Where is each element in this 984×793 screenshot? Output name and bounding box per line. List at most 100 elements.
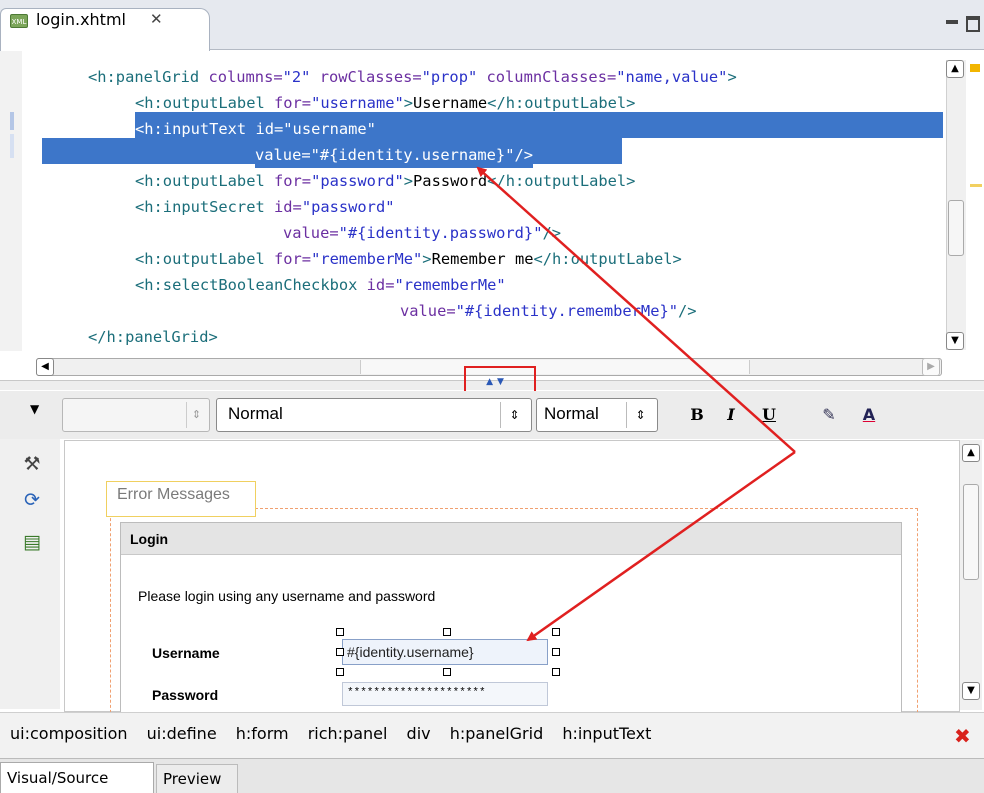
scroll-left-icon[interactable]: ◀ <box>36 358 54 376</box>
format-combo-arrow-icon[interactable]: ⇕ <box>500 402 528 428</box>
code-token: id= <box>255 120 284 138</box>
code-line[interactable]: <h:outputLabel for="username">Username</… <box>135 90 635 116</box>
login-panel-title: Login <box>130 531 169 547</box>
code-line[interactable]: <h:outputLabel for="password">Password</… <box>135 168 635 194</box>
tab-preview[interactable]: Preview <box>156 764 238 793</box>
code-token: "#{identity.username}" <box>310 146 515 164</box>
toolbar-menu-icon[interactable]: ▼ <box>30 402 39 416</box>
code-token: columns= <box>208 68 283 86</box>
selection-handle[interactable] <box>552 628 560 636</box>
page-design-options-icon[interactable]: ▤ <box>20 530 44 554</box>
code-token: /> <box>542 224 562 242</box>
code-token: "username" <box>311 94 404 112</box>
scrollbar-thumb[interactable] <box>360 360 750 374</box>
code-line[interactable]: <h:selectBooleanCheckbox id="rememberMe" <box>135 272 506 298</box>
breadcrumb-item[interactable]: rich:panel <box>308 724 388 743</box>
scroll-right-icon[interactable]: ▶ <box>922 358 940 376</box>
code-token: "password" <box>301 198 395 216</box>
minimize-icon[interactable] <box>946 20 958 24</box>
code-line[interactable]: value="#{identity.rememberMe}"/> <box>400 298 697 324</box>
error-messages-label: Error Messages <box>117 486 230 503</box>
scroll-down-icon[interactable]: ▼ <box>946 332 964 350</box>
scrollbar-thumb[interactable] <box>948 200 964 256</box>
tab-visual-source[interactable]: Visual/Source <box>0 762 154 793</box>
scroll-down-icon[interactable]: ▼ <box>962 682 980 700</box>
code-token: <h:inputSecret <box>135 198 274 216</box>
code-token: <h:panelGrid <box>88 68 209 86</box>
close-icon[interactable]: ✕ <box>150 10 163 28</box>
selection-handle[interactable] <box>336 668 344 676</box>
username-label: Username <box>152 645 220 661</box>
selection-handle[interactable] <box>552 668 560 676</box>
size-combo-arrow-icon[interactable]: ⇕ <box>626 402 654 428</box>
code-token: <h:outputLabel <box>135 250 274 268</box>
xhtml-file-icon: XML <box>10 14 28 28</box>
code-token: for= <box>274 250 312 268</box>
code-token: id= <box>366 276 395 294</box>
selection-handle[interactable] <box>443 668 451 676</box>
code-token: value= <box>400 302 456 320</box>
overview-marker[interactable] <box>970 184 982 187</box>
code-token: Password <box>413 172 488 190</box>
code-token: </h:panelGrid> <box>88 328 218 346</box>
code-token: id= <box>274 198 302 216</box>
code-token: rowClasses= <box>310 68 422 86</box>
breadcrumb: ui:composition ui:define h:form rich:pan… <box>10 724 663 743</box>
refresh-icon[interactable]: ⟳ <box>20 488 44 512</box>
code-token: <h:inputText <box>135 120 256 138</box>
code-token: "#{identity.rememberMe}" <box>455 302 678 320</box>
breadcrumb-item[interactable]: ui:composition <box>10 724 128 743</box>
password-input[interactable]: ********************* <box>342 682 548 706</box>
code-token: "#{identity.password}" <box>338 224 543 242</box>
code-token: Remember me <box>431 250 534 268</box>
code-line[interactable]: value="#{identity.username}"/> <box>255 142 534 168</box>
editor-ruler <box>0 51 22 351</box>
login-panel-header[interactable] <box>121 523 901 555</box>
code-token: columnClasses= <box>477 68 617 86</box>
bold-button[interactable]: B <box>684 402 710 428</box>
breadcrumb-item[interactable]: div <box>407 724 431 743</box>
code-token: /> <box>514 146 534 164</box>
overview-warning-marker[interactable] <box>970 64 980 72</box>
selection-handle[interactable] <box>443 628 451 636</box>
maximize-icon[interactable] <box>966 16 980 32</box>
scrollbar-thumb[interactable] <box>963 484 979 580</box>
breadcrumb-item[interactable]: ui:define <box>147 724 217 743</box>
breadcrumb-item[interactable]: h:inputText <box>562 724 651 743</box>
close-breadcrumb-icon[interactable]: ✖ <box>954 724 971 748</box>
code-token: > <box>422 250 432 268</box>
format-combo-value: Normal <box>228 404 283 423</box>
underline-button[interactable]: U <box>756 402 782 428</box>
ruler-marker <box>10 112 14 130</box>
code-token: value= <box>255 146 311 164</box>
code-token: > <box>727 68 737 86</box>
style-combo-arrow-icon[interactable]: ⇕ <box>186 402 206 428</box>
code-line[interactable]: value="#{identity.password}"/> <box>283 220 561 246</box>
breadcrumb-item[interactable]: h:form <box>236 724 289 743</box>
breadcrumb-item[interactable]: h:panelGrid <box>450 724 544 743</box>
code-token: </h:outputLabel> <box>533 250 682 268</box>
code-line[interactable]: <h:inputText id="username" <box>135 116 376 142</box>
code-line[interactable]: <h:inputSecret id="password" <box>135 194 394 220</box>
selection-handle[interactable] <box>336 648 344 656</box>
code-token: for= <box>274 94 312 112</box>
scroll-up-icon[interactable]: ▲ <box>962 444 980 462</box>
italic-button[interactable]: I <box>718 402 744 428</box>
visual-tool-strip <box>0 439 60 709</box>
selection-handle[interactable] <box>552 648 560 656</box>
code-token: "rememberMe" <box>311 250 423 268</box>
scroll-up-icon[interactable]: ▲ <box>946 60 964 78</box>
code-token: "name,value" <box>616 68 728 86</box>
font-color-icon[interactable]: A <box>856 402 882 428</box>
code-token: <h:outputLabel <box>135 94 274 112</box>
selection-handle[interactable] <box>336 628 344 636</box>
code-line[interactable]: <h:outputLabel for="rememberMe">Remember… <box>135 246 682 272</box>
code-line[interactable]: <h:panelGrid columns="2" rowClasses="pro… <box>88 64 737 90</box>
username-input[interactable]: #{identity.username} <box>342 639 548 665</box>
background-color-icon[interactable]: ✎ <box>816 402 842 428</box>
code-token: "username" <box>283 120 376 138</box>
code-line[interactable]: </h:panelGrid> <box>88 324 218 350</box>
tools-icon[interactable]: ⚒ <box>20 452 44 476</box>
code-token: Username <box>413 94 488 112</box>
code-token: </h:outputLabel> <box>487 172 636 190</box>
